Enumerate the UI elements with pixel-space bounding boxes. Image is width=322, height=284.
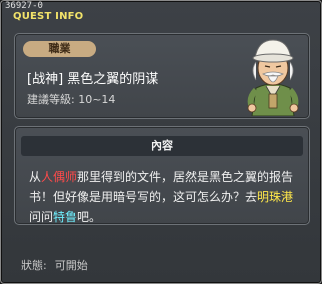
quest-status: 狀態: 可開始 [21,257,88,273]
npc-name-target: 特鲁 [53,210,78,224]
quest-description: 从人偶师那里得到的文件，居然是黑色之翼的报告书！但好像是用暗号写的，这可怎么办？… [29,167,299,227]
quest-id: 36927-0 [5,1,43,11]
level-label: 建議等級 [27,93,71,106]
level-range: 10~14 [78,93,116,106]
location-name: 明珠港 [257,190,294,204]
status-label: 狀態: [21,259,47,272]
status-value: 可開始 [54,259,88,272]
content-panel: 內容 从人偶师那里得到的文件，居然是黑色之翼的报告书！但好像是用暗号写的，这可怎… [14,126,310,225]
desc-segment: 从 [29,170,42,184]
npc-name-puppeteer: 人偶师 [41,170,78,184]
quest-name: [战神] 黑色之翼的阴谋 [27,72,159,87]
content-header: 內容 [21,136,303,156]
window-title: QUEST INFO [13,11,84,22]
quest-info-window: 36927-0 QUEST INFO 職業 [战神] 黑色之翼的阴谋 建議等級:… [0,0,322,284]
desc-segment: 问问 [29,210,54,224]
quest-summary-panel: 職業 [战神] 黑色之翼的阴谋 建議等級: 10~14 [14,33,310,119]
npc-portrait-old-man-icon [247,39,299,116]
desc-segment: 吧。 [77,210,102,224]
quest-level: 建議等級: 10~14 [27,93,116,106]
job-badge: 職業 [23,41,96,57]
